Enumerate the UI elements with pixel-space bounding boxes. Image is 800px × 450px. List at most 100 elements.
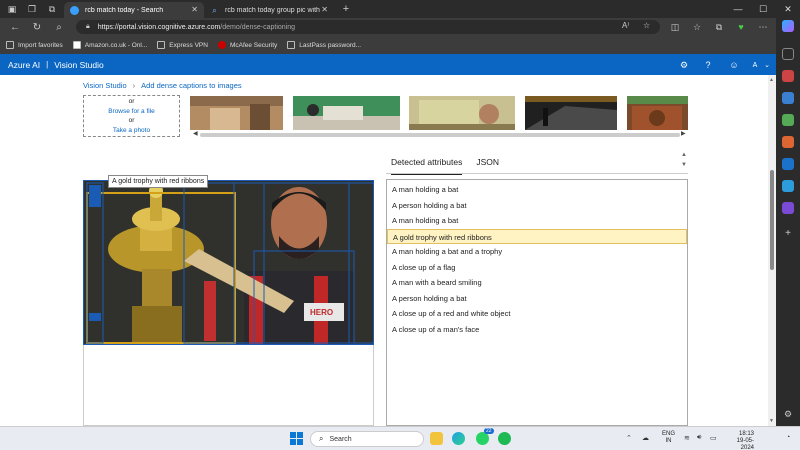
collections-icon[interactable]: ⧉ [712, 20, 726, 34]
scrollbar-thumb[interactable] [770, 170, 774, 270]
list-item[interactable]: A person holding a bat [387, 198, 687, 214]
whatsapp-badge: 22 [484, 428, 494, 434]
games-icon[interactable] [782, 114, 794, 126]
browse-file-link[interactable]: Browse for a file [84, 107, 179, 117]
minimize-icon[interactable]: — [727, 0, 749, 18]
scroll-down-icon[interactable]: ▼ [769, 418, 774, 424]
language-code: ENG [662, 431, 676, 437]
edge-icon[interactable] [452, 432, 465, 445]
windows-taskbar: ⌕ Search 22 ⌃ ☁ ENG IN ≋ 🔊︎ ▭ 18:13 19-0… [0, 426, 800, 450]
cloud-icon[interactable]: ☁ [642, 434, 649, 442]
import-icon [6, 41, 14, 49]
outlook-icon[interactable] [782, 158, 794, 170]
list-item[interactable]: A person holding a bat [387, 291, 687, 307]
favorite-star-icon[interactable]: ☆ [643, 21, 650, 30]
upload-dropzone[interactable]: or Browse for a file or Take a photo [83, 95, 180, 137]
shopping-icon[interactable] [782, 70, 794, 82]
split-screen-icon[interactable]: ◫ [668, 20, 682, 34]
volume-icon[interactable]: 🔊︎ [697, 434, 701, 442]
list-item[interactable]: A close up of a man's face [387, 322, 687, 338]
scroll-up-icon[interactable]: ▲ [769, 77, 774, 83]
tab-actions-icon[interactable]: ⧉ [44, 2, 60, 16]
list-item[interactable]: A close up of a red and white object [387, 306, 687, 322]
file-explorer-icon[interactable] [430, 432, 443, 445]
search-icon[interactable] [782, 48, 794, 60]
list-item[interactable]: A man holding a bat [387, 213, 687, 229]
refresh-icon[interactable]: ↻ [28, 19, 46, 35]
lock-icon[interactable]: 🔒︎ [86, 23, 90, 31]
tools-icon[interactable] [782, 92, 794, 104]
favorite-mcafee[interactable]: McAfee Security [217, 41, 277, 49]
notifications-icon[interactable]: ◔ [786, 434, 790, 441]
sidebar-settings-icon[interactable]: ⚙ [782, 408, 794, 420]
breadcrumb-root[interactable]: Vision Studio [83, 81, 127, 90]
page-scrollbar[interactable]: ▲ ▼ [768, 75, 776, 426]
sample-image-2[interactable] [293, 96, 400, 130]
favorite-expressvpn[interactable]: Express VPN [157, 41, 208, 49]
analyzed-image[interactable]: HERO [83, 180, 374, 345]
battery-icon[interactable]: ▭ [710, 434, 717, 442]
page-icon [157, 41, 166, 49]
chevron-down-icon[interactable]: ⌄ [760, 58, 774, 72]
system-clock[interactable]: 18:13 19-05-2024 [724, 431, 754, 450]
windows-start-icon[interactable] [290, 432, 303, 445]
new-tab-button[interactable]: + [338, 2, 354, 16]
copilot-icon[interactable] [782, 20, 794, 32]
scroll-down-icon[interactable]: ▼ [681, 162, 687, 168]
browser-tab-1[interactable]: rcb match today - Search ✕ [64, 2, 204, 18]
carousel-scrollbar[interactable] [200, 133, 680, 137]
help-icon[interactable]: ? [701, 58, 715, 72]
url-host: https://portal.vision.cognitive.azure.co… [97, 23, 221, 31]
feedback-icon[interactable]: ☺ [727, 58, 741, 72]
clock-date: 19-05-2024 [736, 438, 754, 450]
teams-icon[interactable] [782, 202, 794, 214]
list-item[interactable]: A close up of a flag [387, 260, 687, 276]
list-item-selected[interactable]: A gold trophy with red ribbons [387, 228, 687, 244]
read-aloud-icon[interactable]: A⁾ [622, 21, 629, 30]
list-item[interactable]: A man holding a bat [387, 182, 687, 198]
upload-or-text: or [128, 98, 135, 105]
close-tab-icon[interactable]: ✕ [191, 5, 198, 14]
chevron-up-icon[interactable]: ⌃ [626, 434, 632, 442]
add-app-icon[interactable]: + [782, 228, 794, 240]
breadcrumb-current[interactable]: Add dense captions to images [141, 81, 241, 90]
scroll-up-icon[interactable]: ▲ [681, 152, 687, 158]
workspaces-icon[interactable]: ❐ [24, 2, 40, 16]
url-field[interactable]: 🔒︎ https://portal.vision.cognitive.azure… [76, 20, 660, 34]
sample-image-1[interactable] [190, 96, 283, 130]
office-icon[interactable] [782, 136, 794, 148]
list-item[interactable]: A man with a beard smiling [387, 275, 687, 291]
product-name[interactable]: Vision Studio [54, 60, 103, 70]
maximize-icon[interactable]: ☐ [752, 0, 774, 18]
favorite-amazon[interactable]: Amazon.co.uk - Onl... [72, 41, 147, 49]
favorites-icon[interactable]: ☆ [690, 20, 704, 34]
spotify-icon[interactable] [498, 432, 511, 445]
close-window-icon[interactable]: ✕ [777, 0, 799, 18]
take-photo-link[interactable]: Take a photo [84, 126, 179, 136]
language-indicator[interactable]: ENG IN [662, 431, 675, 445]
sample-image-3[interactable] [409, 96, 515, 130]
browser-tab-2[interactable]: ⌕ rcb match today group pic with ✕ [204, 2, 334, 18]
favorite-import[interactable]: Import favorites [6, 41, 63, 49]
sample-image-4[interactable] [525, 96, 617, 130]
more-options-icon[interactable]: ⋯ [756, 20, 770, 34]
tab-title: rcb match today group pic with [225, 6, 320, 14]
drop-icon[interactable] [782, 180, 794, 192]
list-item[interactable]: A man holding a bat and a trophy [387, 244, 687, 260]
profile-icon[interactable]: ▣ [4, 2, 20, 16]
wifi-icon[interactable]: ≋ [684, 434, 690, 442]
favorite-label: Express VPN [169, 41, 208, 49]
close-tab-icon[interactable]: ✕ [321, 5, 328, 14]
taskbar-search[interactable]: ⌕ Search [310, 431, 424, 447]
back-icon[interactable]: ← [6, 19, 24, 35]
carousel-right-icon[interactable]: ▶ [681, 130, 686, 137]
brand-name[interactable]: Azure AI [8, 60, 40, 70]
browser-tab-bar: ▣ ❐ ⧉ rcb match today - Search ✕ ⌕ rcb m… [0, 0, 800, 18]
sample-image-5[interactable] [627, 96, 688, 130]
extension-icon[interactable]: ♥ [734, 20, 748, 34]
settings-icon[interactable]: ⚙ [677, 58, 691, 72]
search-icon[interactable]: ⌕ [50, 19, 68, 35]
brand-separator: | [46, 60, 49, 69]
carousel-left-icon[interactable]: ◀ [193, 130, 198, 137]
favorite-lastpass[interactable]: LastPass password... [287, 41, 361, 49]
